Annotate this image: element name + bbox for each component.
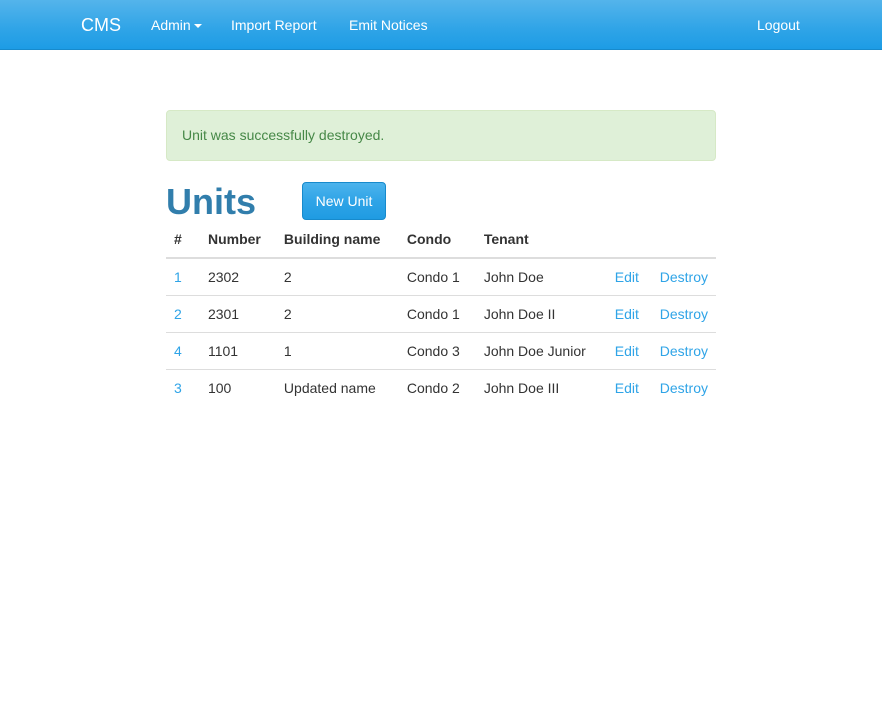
unit-condo: Condo 1 — [398, 294, 476, 332]
destroy-cell: Destroy — [651, 331, 716, 369]
unit-condo: Condo 3 — [398, 331, 476, 369]
import-report-link[interactable]: Import Report — [231, 0, 317, 50]
edit-link[interactable]: Edit — [615, 380, 639, 396]
edit-cell: Edit — [606, 368, 652, 406]
admin-dropdown-label: Admin — [151, 17, 191, 33]
unit-id-link[interactable]: 1 — [166, 258, 200, 295]
unit-number: 2301 — [199, 294, 276, 332]
edit-link[interactable]: Edit — [615, 269, 639, 285]
unit-condo: Condo 1 — [406, 268, 460, 285]
success-alert: Unit was successfully destroyed. — [166, 110, 716, 161]
unit-id-text[interactable]: 4 — [174, 343, 182, 359]
header-destroy-spacer — [651, 220, 716, 259]
caret-down-icon — [193, 24, 202, 29]
table-row: 2 2301 2 Condo 1 John Doe II Edit Destro… — [166, 294, 716, 332]
destroy-link[interactable]: Destroy — [660, 269, 708, 285]
header-number: Number — [199, 220, 276, 259]
unit-id-text[interactable]: 2 — [174, 306, 182, 322]
unit-id-link[interactable]: 3 — [166, 368, 200, 406]
edit-link[interactable]: Edit — [615, 343, 639, 359]
header-condo: Condo — [398, 220, 476, 259]
unit-building-name: 2 — [275, 294, 399, 332]
header-building-name: Building name — [275, 220, 399, 259]
unit-id-link[interactable]: 4 — [166, 331, 200, 369]
admin-dropdown[interactable]: Admin — [151, 0, 202, 50]
table-row: 3 100 Updated name Condo 2 John Doe III … — [166, 368, 716, 406]
unit-id-link[interactable]: 2 — [166, 294, 200, 332]
units-table: # Number Building name Condo Tenant 1 23… — [166, 220, 716, 406]
new-unit-button[interactable]: New Unit — [302, 182, 386, 220]
unit-id-text[interactable]: 1 — [174, 269, 182, 285]
header-tenant: Tenant — [475, 220, 607, 259]
brand-link[interactable]: CMS — [81, 0, 121, 50]
unit-building-name: 2 — [283, 268, 292, 285]
table-row: 1 2302 2 Condo 1 John Doe Edit Destroy — [166, 258, 716, 295]
edit-cell: Edit — [606, 331, 652, 369]
header-edit-spacer — [606, 220, 652, 259]
destroy-link[interactable]: Destroy — [660, 343, 708, 359]
page-title: Units — [166, 181, 256, 222]
unit-tenant: John Doe III — [475, 368, 607, 406]
unit-tenant: John Doe — [483, 268, 544, 285]
unit-condo: Condo 2 — [398, 368, 476, 406]
unit-building-name: 1 — [275, 331, 399, 369]
destroy-cell: Destroy — [651, 294, 716, 332]
top-navbar: CMS Admin Import Report Emit Notices Log… — [0, 0, 882, 50]
destroy-cell: Destroy — [652, 258, 716, 295]
unit-tenant: John Doe II — [475, 294, 607, 332]
unit-tenant: John Doe Junior — [475, 331, 607, 369]
unit-number: 1101 — [199, 331, 276, 369]
edit-cell: Edit — [607, 258, 652, 295]
destroy-cell: Destroy — [651, 368, 716, 406]
header-id: # — [166, 220, 200, 259]
edit-cell: Edit — [606, 294, 652, 332]
unit-number: 100 — [199, 368, 276, 406]
destroy-link[interactable]: Destroy — [660, 380, 708, 396]
edit-link[interactable]: Edit — [615, 306, 639, 322]
table-row: 4 1101 1 Condo 3 John Doe Junior Edit De… — [166, 331, 716, 369]
unit-number: 2302 — [207, 268, 240, 285]
table-header-row: # Number Building name Condo Tenant — [166, 220, 716, 259]
unit-id-text[interactable]: 3 — [174, 380, 182, 396]
logout-link[interactable]: Logout — [757, 0, 800, 50]
destroy-link[interactable]: Destroy — [660, 306, 708, 322]
emit-notices-link[interactable]: Emit Notices — [349, 0, 428, 50]
unit-building-name: Updated name — [275, 368, 399, 406]
